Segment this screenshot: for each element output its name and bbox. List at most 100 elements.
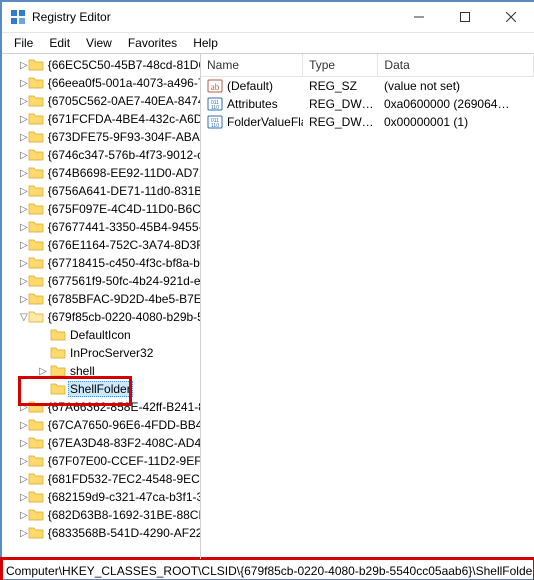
list-scroll[interactable]: Name Type Data ab (Default) REG_SZ(value n… (201, 54, 534, 559)
expand-icon[interactable]: ▷ (20, 96, 28, 107)
tree-node[interactable]: ▷ {67A66362-858E-42ff-B241-8 (2, 398, 200, 416)
tree-node[interactable]: ▷ shell (2, 362, 200, 380)
tree-node[interactable]: ▷ {673DFE75-9F93-304F-ABA8- (2, 128, 200, 146)
expand-icon[interactable]: ▷ (20, 186, 28, 197)
expand-icon[interactable]: ▷ (20, 474, 28, 485)
tree-node[interactable]: ▷{6705C562-0AE7-40EA-8474- (2, 92, 200, 110)
close-button[interactable] (488, 2, 534, 32)
tree-node-label: {671FCFDA-4BE4-432c-A6D3 (46, 112, 200, 126)
tree-node[interactable]: ▷ {66EC5C50-45B7-48cd-81D6 (2, 56, 200, 74)
folder-icon (50, 345, 66, 361)
folder-icon (28, 201, 44, 217)
tree-node[interactable]: ▷ {67CA7650-96E6-4FDD-BB43 (2, 416, 200, 434)
tree-node[interactable]: ▷{6833568B-541D-4290-AF22- (2, 524, 200, 542)
folder-icon (28, 417, 44, 433)
tree-node[interactable]: ▷{66eea0f5-001a-4073-a496-7 (2, 74, 200, 92)
value-row[interactable]: 011110AttributesREG_DWORD0xa0600000 (269… (201, 95, 534, 113)
col-header-data[interactable]: Data (378, 54, 534, 76)
expand-icon[interactable]: ▷ (20, 492, 28, 503)
tree-node-label: {682D63B8-1692-31BE-88CD (46, 508, 200, 522)
svg-text:ab: ab (211, 82, 220, 92)
tree-node[interactable]: ▷ {677561f9-50fc-4b24-921d-e (2, 272, 200, 290)
expand-icon[interactable]: ▷ (20, 204, 28, 215)
maximize-button[interactable] (442, 2, 488, 32)
expand-icon[interactable]: ▷ (20, 114, 28, 125)
tree-node[interactable]: ▷{674B6698-EE92-11D0-AD71- (2, 164, 200, 182)
expand-icon[interactable]: ▷ (20, 150, 28, 161)
expand-icon[interactable]: ▷ (20, 438, 28, 449)
svg-text:110: 110 (211, 123, 219, 129)
tree-node-label: {67A66362-858E-42ff-B241-8 (46, 400, 200, 414)
folder-icon (28, 471, 44, 487)
menu-file[interactable]: File (6, 34, 41, 52)
folder-icon (28, 291, 44, 307)
value-data: 0xa0600000 (269064… (378, 97, 534, 111)
value-name: Attributes (227, 97, 278, 111)
expand-icon[interactable]: ▷ (36, 366, 50, 377)
minimize-button[interactable] (396, 2, 442, 32)
tree-scroll[interactable]: ▷ {66EC5C50-45B7-48cd-81D6 ▷{66eea0f5-001a… (2, 54, 200, 559)
value-name: (Default) (227, 79, 273, 93)
tree-node[interactable]: ▷{67718415-c450-4f3c-bf8a-b (2, 254, 200, 272)
expand-icon[interactable]: ▷ (20, 294, 28, 305)
tree-node[interactable]: ▷ {675F097E-4C4D-11D0-B6C1 (2, 200, 200, 218)
tree-node[interactable]: ▷{6756A641-DE71-11d0-831B- (2, 182, 200, 200)
value-type: REG_SZ (303, 79, 378, 93)
expand-icon[interactable]: ▷ (20, 240, 28, 251)
expand-icon[interactable]: ▷ (20, 528, 28, 539)
expand-icon[interactable]: ▷ (20, 456, 28, 467)
tree-node[interactable]: ▽{679f85cb-0220-4080-b29b-5 (2, 308, 200, 326)
folder-icon (28, 525, 44, 541)
tree-node-label: ShellFolder (68, 381, 133, 397)
tree-node[interactable]: ▷{67F07E00-CCEF-11D2-9EF9- (2, 452, 200, 470)
expand-icon[interactable]: ▷ (20, 132, 28, 143)
folder-icon (28, 237, 44, 253)
folder-icon (28, 453, 44, 469)
tree-node[interactable]: ▷{676E1164-752C-3A74-8D3F- (2, 236, 200, 254)
tree-node-label: {677561f9-50fc-4b24-921d-e (46, 274, 200, 288)
tree-node-label: {673DFE75-9F93-304F-ABA8- (46, 130, 200, 144)
col-header-type[interactable]: Type (303, 54, 378, 76)
folder-icon (28, 309, 44, 325)
tree-node-label: {67CA7650-96E6-4FDD-BB43 (46, 418, 200, 432)
folder-icon (28, 399, 44, 415)
tree-node[interactable]: ▷{67677441-3350-45B4-9455-4 (2, 218, 200, 236)
value-row[interactable]: ab (Default) REG_SZ(value not set) (201, 77, 534, 95)
tree-node[interactable]: ▷{67EA3D48-83F2-408C-AD46 (2, 434, 200, 452)
folder-icon (28, 75, 44, 91)
expand-icon[interactable]: ▷ (20, 402, 28, 413)
folder-icon (50, 363, 66, 379)
tree-node[interactable]: ▷ {6785BFAC-9D2D-4be5-B7E7 (2, 290, 200, 308)
menu-favorites[interactable]: Favorites (120, 34, 185, 52)
expand-icon[interactable]: ▷ (20, 510, 28, 521)
expand-icon[interactable]: ▷ (20, 78, 28, 89)
tree-node[interactable]: InProcServer32 (2, 344, 200, 362)
tree-node-label: {675F097E-4C4D-11D0-B6C1 (46, 202, 200, 216)
status-path: Computer\HKEY_CLASSES_ROOT\CLSID\{679f85… (6, 564, 534, 578)
value-row[interactable]: 011110FolderValueFlagsREG_DWORD0x0000000… (201, 113, 534, 131)
tree-node[interactable]: ▷ {682D63B8-1692-31BE-88CD (2, 506, 200, 524)
tree-node-label: {66EC5C50-45B7-48cd-81D6 (46, 58, 200, 72)
value-data: (value not set) (378, 79, 534, 93)
expand-icon[interactable]: ▷ (20, 222, 28, 233)
expand-icon[interactable]: ▽ (20, 312, 28, 323)
col-header-name[interactable]: Name (201, 54, 303, 76)
expand-icon[interactable]: ▷ (20, 168, 28, 179)
menu-view[interactable]: View (78, 34, 120, 52)
tree-node[interactable]: ▷{6746c347-576b-4f73-9012-c (2, 146, 200, 164)
menu-help[interactable]: Help (185, 34, 226, 52)
folder-icon (28, 111, 44, 127)
menu-edit[interactable]: Edit (41, 34, 78, 52)
tree-node[interactable]: ▷{681FD532-7EC2-4548-9ECE- (2, 470, 200, 488)
tree-node-label: {6785BFAC-9D2D-4be5-B7E7 (46, 292, 200, 306)
tree-node[interactable]: ShellFolder (2, 380, 200, 398)
statusbar: Computer\HKEY_CLASSES_ROOT\CLSID\{679f85… (2, 559, 534, 580)
tree-node[interactable]: ▷ {671FCFDA-4BE4-432c-A6D3 (2, 110, 200, 128)
expand-icon[interactable]: ▷ (20, 276, 28, 287)
expand-icon[interactable]: ▷ (20, 60, 28, 71)
expand-icon[interactable]: ▷ (20, 258, 28, 269)
tree-node-label: shell (68, 364, 97, 378)
expand-icon[interactable]: ▷ (20, 420, 28, 431)
tree-node[interactable]: DefaultIcon (2, 326, 200, 344)
tree-node[interactable]: ▷{682159d9-c321-47ca-b3f1-3 (2, 488, 200, 506)
